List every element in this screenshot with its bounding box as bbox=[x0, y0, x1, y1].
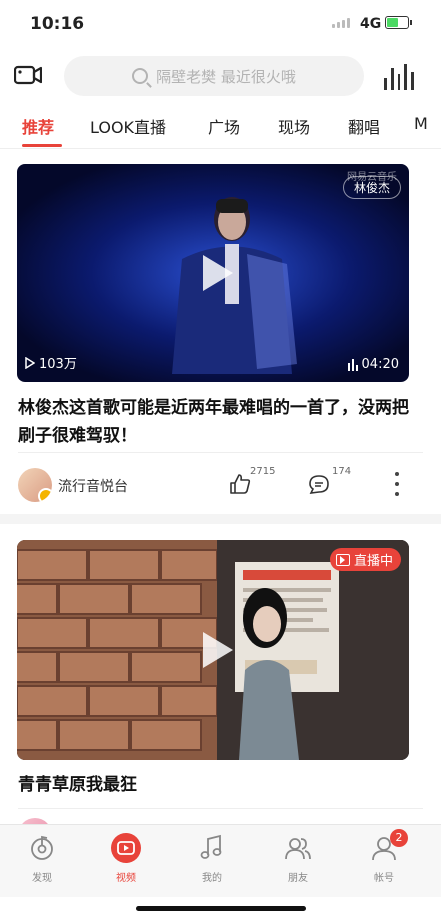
category-tabs: 推荐 LOOK直播 广场 现场 翻唱 M bbox=[0, 106, 441, 150]
author-row: 流行音悦台 2715 174 bbox=[18, 466, 418, 504]
view-count: 103万 bbox=[25, 353, 77, 372]
video-camera-icon[interactable] bbox=[14, 62, 42, 88]
nav-discover-label: 发现 bbox=[32, 873, 52, 884]
play-icon[interactable] bbox=[203, 632, 233, 668]
search-placeholder: 隔壁老樊 最近很火哦 bbox=[156, 67, 296, 86]
nav-friends[interactable]: 朋友 bbox=[258, 833, 338, 884]
nav-account-label: 帐号 bbox=[374, 873, 394, 884]
bottom-navigation: 发现 视频 我的 朋友 2 帐号 bbox=[0, 824, 441, 897]
video-thumbnail[interactable]: 直播中 bbox=[17, 540, 409, 760]
tab-recommend[interactable]: 推荐 bbox=[22, 114, 54, 138]
verified-badge-icon bbox=[38, 488, 52, 502]
live-label: 直播中 bbox=[353, 554, 393, 569]
video-title[interactable]: 林俊杰这首歌可能是近两年最难唱的一首了，没两把刷子很难驾驭！ bbox=[18, 394, 418, 450]
comment-icon[interactable] bbox=[308, 474, 330, 494]
nav-account[interactable]: 2 帐号 bbox=[344, 829, 424, 884]
notification-badge: 2 bbox=[390, 829, 408, 847]
network-label: 4G bbox=[360, 16, 382, 32]
avatar[interactable] bbox=[18, 468, 52, 502]
music-note-icon bbox=[200, 834, 222, 859]
nav-video-label: 视频 bbox=[116, 873, 136, 884]
like-count: 2715 bbox=[250, 466, 276, 477]
tab-live-scene[interactable]: 现场 bbox=[278, 114, 310, 138]
duration-value: 04:20 bbox=[361, 357, 399, 372]
top-bar: 隔壁老樊 最近很火哦 bbox=[0, 52, 441, 100]
nav-mine-label: 我的 bbox=[202, 873, 222, 884]
tab-look-live[interactable]: LOOK直播 bbox=[90, 114, 166, 138]
search-icon bbox=[132, 68, 149, 84]
live-badge: 直播中 bbox=[329, 548, 401, 571]
feed-divider bbox=[0, 514, 441, 524]
nav-discover[interactable]: 发现 bbox=[2, 833, 82, 884]
friends-icon bbox=[285, 838, 311, 860]
nav-mine[interactable]: 我的 bbox=[172, 833, 252, 884]
status-bar: 10:16 4G bbox=[0, 0, 441, 48]
nav-video[interactable]: 视频 bbox=[86, 833, 166, 884]
signal-bars-icon bbox=[347, 358, 358, 371]
tab-plaza[interactable]: 广场 bbox=[208, 114, 240, 138]
home-indicator bbox=[136, 906, 306, 911]
play-icon[interactable] bbox=[203, 255, 233, 291]
tab-cover[interactable]: 翻唱 bbox=[348, 114, 380, 138]
active-tab-indicator bbox=[22, 144, 62, 147]
thumbs-up-icon[interactable] bbox=[228, 472, 252, 496]
video-duration: 04:20 bbox=[347, 357, 399, 372]
discover-icon bbox=[31, 835, 53, 860]
more-options-icon[interactable] bbox=[394, 472, 400, 496]
tab-more[interactable]: M bbox=[414, 114, 428, 133]
signal-icon bbox=[332, 18, 350, 28]
status-time: 10:16 bbox=[30, 14, 85, 34]
author-name[interactable]: 流行音悦台 bbox=[58, 476, 128, 496]
battery-icon bbox=[385, 16, 412, 29]
view-count-value: 103万 bbox=[39, 357, 77, 372]
audio-bars-icon[interactable] bbox=[384, 62, 414, 90]
live-tv-icon bbox=[335, 553, 350, 566]
video-thumbnail[interactable]: 网易云音乐 林俊杰 103万 04:20 bbox=[17, 164, 409, 382]
nav-friends-label: 朋友 bbox=[288, 873, 308, 884]
play-small-icon bbox=[25, 356, 35, 369]
artist-tag[interactable]: 林俊杰 bbox=[342, 176, 401, 199]
video-title[interactable]: 青青草原我最狂 bbox=[18, 771, 418, 799]
video-icon bbox=[111, 833, 141, 863]
comment-count: 174 bbox=[332, 466, 352, 477]
search-bar[interactable]: 隔壁老樊 最近很火哦 bbox=[64, 56, 364, 96]
